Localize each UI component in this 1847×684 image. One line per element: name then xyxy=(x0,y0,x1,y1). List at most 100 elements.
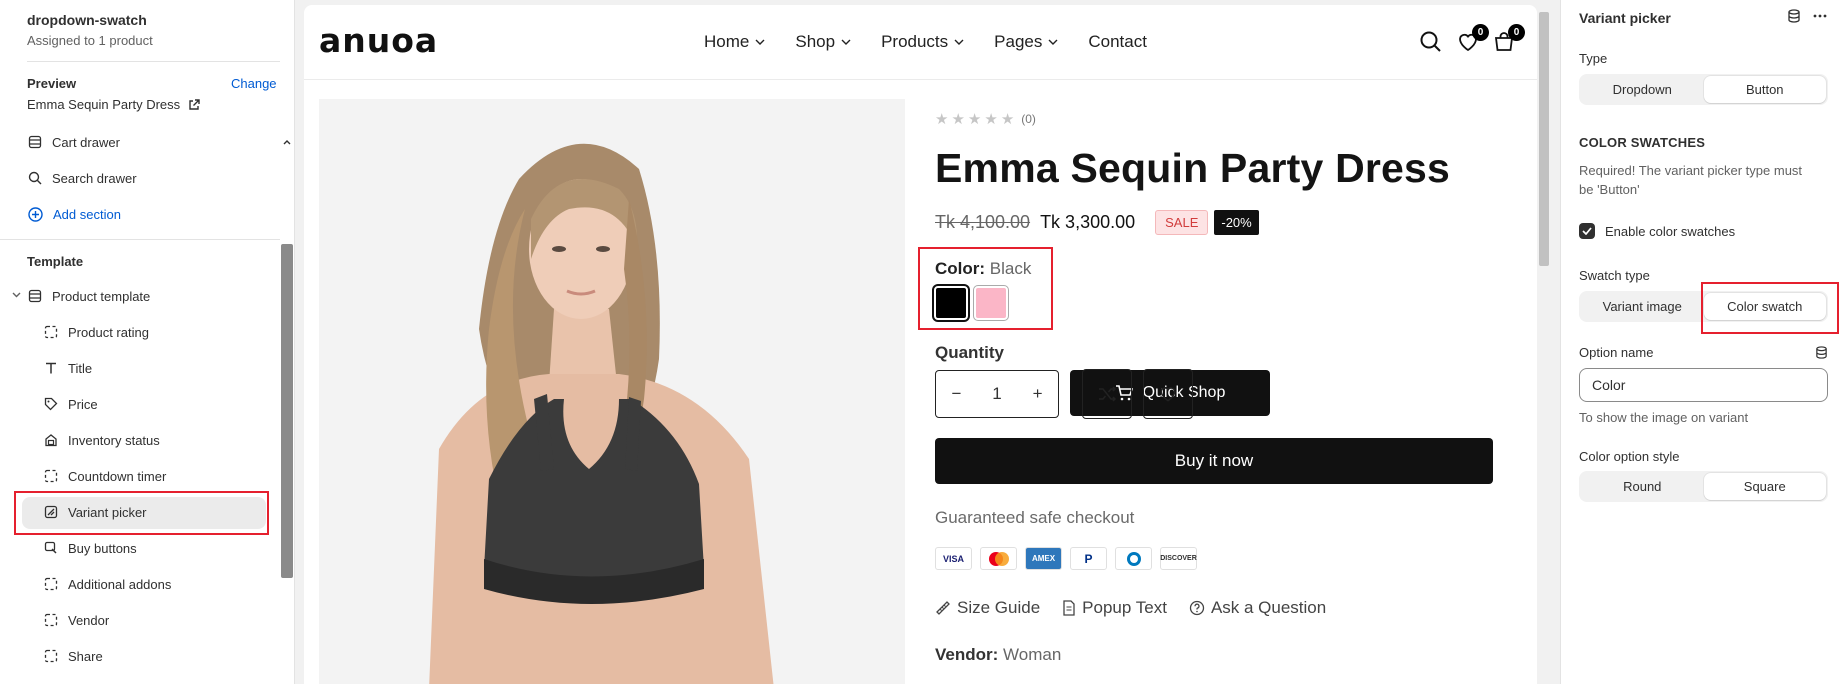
size-guide-link[interactable]: Size Guide xyxy=(935,598,1040,618)
chevron-down-icon xyxy=(841,39,851,45)
section-icon xyxy=(28,135,42,149)
more-options-icon[interactable] xyxy=(1813,9,1827,23)
divider xyxy=(0,239,280,240)
option-name-input[interactable] xyxy=(1579,368,1828,402)
header-cart[interactable]: 0 xyxy=(1492,24,1525,56)
nav-shop[interactable]: Shop xyxy=(795,32,851,52)
block-title[interactable]: Title xyxy=(44,355,92,381)
preview-product[interactable]: Emma Sequin Party Dress xyxy=(27,97,200,112)
template-assigned: Assigned to 1 product xyxy=(27,33,153,48)
compare-price: Tk 4,100.00 xyxy=(935,212,1031,232)
swatch-option-variant-image[interactable]: Variant image xyxy=(1581,293,1704,320)
highlight-box xyxy=(1701,282,1839,334)
star-icon: ★ xyxy=(1000,111,1015,128)
question-icon xyxy=(1189,600,1205,616)
price-row: Tk 4,100.00 Tk 3,300.00 SALE -20% xyxy=(935,210,1259,235)
ruler-icon xyxy=(936,601,950,615)
product-photo xyxy=(319,99,905,684)
quantity-stepper[interactable]: − 1 + xyxy=(935,370,1059,418)
chevron-up-icon[interactable] xyxy=(283,139,291,145)
scrollbar-thumb[interactable] xyxy=(281,244,293,578)
option-name-help: To show the image on variant xyxy=(1579,410,1749,425)
chevron-down-icon[interactable] xyxy=(12,292,21,298)
product-title: Emma Sequin Party Dress xyxy=(935,145,1451,191)
wishlist-count-badge: 0 xyxy=(1472,24,1489,41)
lock-icon xyxy=(45,434,57,447)
quantity-value[interactable]: 1 xyxy=(992,384,1001,404)
section-label: Search drawer xyxy=(52,170,137,186)
nav-products[interactable]: Products xyxy=(881,32,964,52)
quantity-label: Quantity xyxy=(935,343,1004,362)
chevron-down-icon xyxy=(755,39,765,45)
preview-scrollbar-thumb[interactable] xyxy=(1539,12,1549,266)
compare-button[interactable] xyxy=(1082,369,1132,419)
block-label: Product rating xyxy=(68,324,149,340)
color-swatches-help: Required! The variant picker type must b… xyxy=(1579,163,1803,197)
enable-color-swatches-checkbox[interactable]: Enable color swatches xyxy=(1579,223,1735,239)
link-label: Popup Text xyxy=(1082,598,1167,617)
type-label: Type xyxy=(1579,51,1608,66)
add-section-button[interactable]: Add section xyxy=(28,201,121,227)
nav-contact[interactable]: Contact xyxy=(1088,32,1147,52)
database-icon[interactable] xyxy=(1787,9,1801,23)
text-icon xyxy=(46,362,56,374)
style-option-square[interactable]: Square xyxy=(1703,473,1826,500)
dashed-box-icon xyxy=(44,649,58,663)
minus-icon[interactable]: − xyxy=(951,384,961,404)
block-share[interactable]: Share xyxy=(44,643,103,669)
external-link-icon xyxy=(189,98,200,110)
buy-icon xyxy=(44,541,57,554)
buy-now-button[interactable]: Buy it now xyxy=(935,438,1493,484)
type-option-dropdown[interactable]: Dropdown xyxy=(1581,76,1704,103)
nav-label: Home xyxy=(704,32,750,51)
block-vendor[interactable]: Vendor xyxy=(44,607,109,633)
style-option-round[interactable]: Round xyxy=(1581,473,1704,500)
heart-icon xyxy=(1160,387,1176,402)
dashed-box-icon xyxy=(44,577,58,591)
ask-question-link[interactable]: Ask a Question xyxy=(1189,598,1326,618)
rating-stars[interactable]: ★ ★ ★ ★ ★ (0) xyxy=(935,110,1036,128)
block-product-rating[interactable]: Product rating xyxy=(44,319,149,345)
mastercard-icon xyxy=(980,547,1017,570)
discount-badge: -20% xyxy=(1214,210,1259,235)
add-section-label: Add section xyxy=(53,206,121,222)
template-label: Template xyxy=(27,254,84,269)
block-additional-addons[interactable]: Additional addons xyxy=(44,571,171,597)
nav-label: Pages xyxy=(994,32,1043,51)
block-countdown-timer[interactable]: Countdown timer xyxy=(44,463,166,489)
product-image[interactable] xyxy=(319,99,905,684)
storefront-preview: anuoa Home Shop Products Pages Contact 0… xyxy=(304,5,1537,684)
block-price[interactable]: Price xyxy=(44,391,98,417)
vendor-line: Vendor: Woman xyxy=(935,645,1061,665)
header-wishlist[interactable]: 0 xyxy=(1456,24,1489,56)
database-icon[interactable] xyxy=(1815,346,1828,359)
shuffle-icon xyxy=(1099,386,1117,402)
wishlist-button[interactable] xyxy=(1143,369,1193,419)
block-buy-buttons[interactable]: Buy buttons xyxy=(44,535,137,561)
type-option-button[interactable]: Button xyxy=(1703,76,1826,103)
block-inventory-status[interactable]: Inventory status xyxy=(44,427,160,453)
amex-icon: AMEX xyxy=(1025,547,1062,570)
settings-panel: Variant picker Type Dropdown Button COLO… xyxy=(1560,0,1847,684)
block-label: Vendor xyxy=(68,612,110,628)
cart-count-badge: 0 xyxy=(1508,24,1525,41)
dashed-box-icon xyxy=(44,325,58,339)
header-search[interactable] xyxy=(1419,30,1445,56)
option-name-row: Option name xyxy=(1579,345,1828,360)
sale-badge: SALE xyxy=(1155,210,1209,235)
search-icon xyxy=(1420,31,1441,52)
nav-pages[interactable]: Pages xyxy=(994,32,1058,52)
rating-count: (0) xyxy=(1021,112,1036,126)
template-name: dropdown-swatch xyxy=(27,12,147,28)
store-logo[interactable]: anuoa xyxy=(319,21,438,60)
section-search-drawer[interactable]: Search drawer xyxy=(28,165,137,191)
product-template-item[interactable]: Product template xyxy=(28,283,150,309)
guarantee-text: Guaranteed safe checkout xyxy=(935,508,1135,527)
section-cart-drawer[interactable]: Cart drawer xyxy=(28,129,120,155)
plus-icon[interactable]: + xyxy=(1033,384,1043,404)
popup-text-link[interactable]: Popup Text xyxy=(1062,598,1167,618)
section-label: Cart drawer xyxy=(52,134,120,150)
nav-home[interactable]: Home xyxy=(704,32,765,52)
change-preview-link[interactable]: Change xyxy=(231,76,277,91)
type-segmented-control: Dropdown Button xyxy=(1579,74,1828,105)
